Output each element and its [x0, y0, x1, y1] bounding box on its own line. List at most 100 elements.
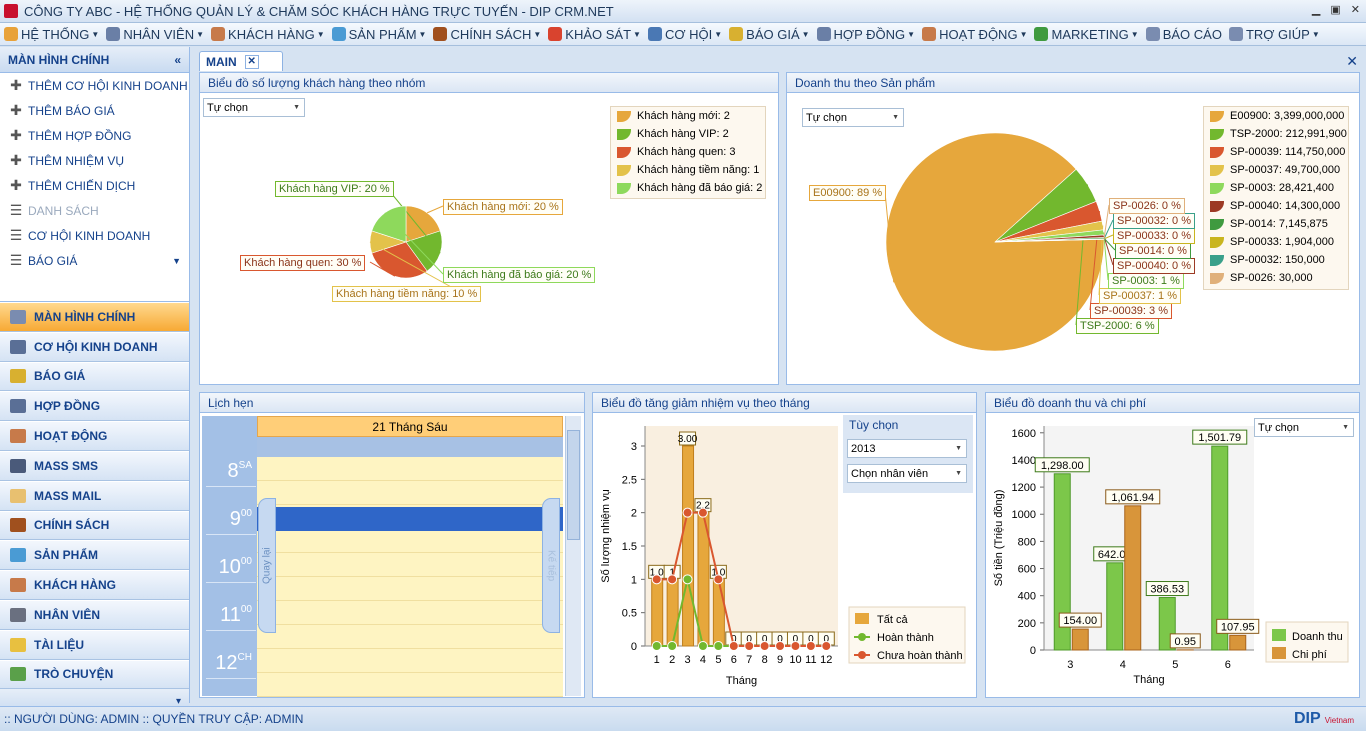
legend-item: Khách hàng tiềm năng: 1: [611, 161, 765, 179]
calendar-scrollbar[interactable]: [565, 416, 581, 696]
next-button[interactable]: Kế tiếp: [542, 498, 560, 633]
menu-label: KHẢO SÁT: [565, 26, 632, 42]
y-tick-label: 3: [631, 441, 637, 453]
nav-item-9[interactable]: KHÁCH HÀNG: [0, 570, 189, 600]
nav-item-10[interactable]: NHÂN VIÊN: [0, 599, 189, 630]
dropdown-arrow-icon: ▼: [316, 29, 325, 39]
calendar-grid[interactable]: [257, 457, 563, 697]
bar[interactable]: [682, 445, 695, 647]
close-tab-icon[interactable]: ✕: [244, 54, 259, 69]
menu-0[interactable]: HỆ THỐNG ▼: [4, 27, 99, 42]
bar[interactable]: [651, 578, 664, 647]
quick-action-3[interactable]: ✚ THÊM NHIỆM VỤ: [0, 148, 189, 173]
all-day-area[interactable]: [257, 437, 563, 457]
tab-main[interactable]: MAIN ✕: [199, 51, 283, 71]
nav-item-11[interactable]: TÀI LIỆU: [0, 629, 189, 660]
menu-3[interactable]: SẢN PHẨM ▼: [331, 27, 426, 42]
menu-10[interactable]: MARKETING ▼: [1034, 27, 1139, 42]
quick-action-5[interactable]: ☰ DANH SÁCH: [0, 198, 189, 223]
quick-action-0[interactable]: ✚ THÊM CƠ HỘI KINH DOANH: [0, 73, 189, 98]
nav-item-4[interactable]: HOẠT ĐỘNG: [0, 421, 189, 451]
selected-time-slot[interactable]: [257, 507, 563, 531]
bar[interactable]: [1071, 628, 1089, 651]
nav-item-2[interactable]: BÁO GIÁ: [0, 361, 189, 392]
nav-item-0[interactable]: MÀN HÌNH CHÍNH: [0, 302, 189, 332]
nav-list: MÀN HÌNH CHÍNH CƠ HỘI KINH DOANH BÁO GIÁ HỢ…: [0, 302, 189, 690]
line-point[interactable]: [651, 641, 662, 651]
y-tick-label: 2: [631, 508, 637, 520]
quick-action-7[interactable]: ☰ BÁO GIÁ ▼: [0, 248, 189, 273]
line-point[interactable]: [713, 641, 724, 651]
line-point[interactable]: [805, 641, 816, 651]
line-point[interactable]: [744, 641, 755, 651]
dropdown-arrow-icon: ▼: [1130, 29, 1139, 39]
quick-action-6[interactable]: ☰ CƠ HỘI KINH DOANH: [0, 223, 189, 248]
bar[interactable]: [712, 578, 725, 647]
line-point[interactable]: [682, 507, 693, 518]
pie-label: SP-0003: 1 %: [1108, 273, 1184, 289]
quick-action-4[interactable]: ✚ THÊM CHIẾN DỊCH: [0, 173, 189, 198]
collapse-icon[interactable]: «: [174, 53, 181, 67]
legend-swatch: [1210, 146, 1224, 158]
maximize-icon[interactable]: ▣: [1330, 3, 1340, 16]
menu-5[interactable]: KHẢO SÁT ▼: [548, 27, 641, 42]
line-point[interactable]: [713, 574, 724, 585]
nav-item-6[interactable]: MASS MAIL: [0, 480, 189, 511]
nav-label: HỢP ĐỒNG: [34, 399, 101, 414]
year-select[interactable]: 2013 ▼: [847, 439, 967, 458]
bar[interactable]: [1124, 505, 1142, 651]
calendar-date-header[interactable]: 21 Tháng Sáu: [257, 416, 563, 437]
nav-item-1[interactable]: CƠ HỘI KINH DOANH: [0, 331, 189, 362]
nav-item-7[interactable]: CHÍNH SÁCH: [0, 510, 189, 541]
expand-arrow-icon[interactable]: ▼: [172, 256, 181, 266]
menu-12[interactable]: TRỢ GIÚP ▼: [1228, 27, 1320, 42]
sidebar-title: MÀN HÌNH CHÍNH: [8, 52, 110, 67]
line-point[interactable]: [697, 507, 708, 518]
bar[interactable]: [666, 578, 679, 647]
revexp-filter-select[interactable]: Tự chọn ▼: [1254, 418, 1354, 437]
legend-label: SP-0014: 7,145,875: [1230, 218, 1328, 230]
line-point[interactable]: [821, 641, 832, 651]
menu-11[interactable]: BÁO CÁO: [1145, 27, 1222, 42]
menu-6[interactable]: CƠ HỘI ▼: [647, 27, 722, 42]
minimize-icon[interactable]: ▁: [1312, 3, 1320, 16]
quick-action-2[interactable]: ✚ THÊM HỢP ĐỒNG: [0, 123, 189, 148]
line-point[interactable]: [790, 641, 801, 651]
nav-item-5[interactable]: MASS SMS: [0, 450, 189, 481]
help-icon: [1228, 27, 1243, 41]
menu-4[interactable]: CHÍNH SÁCH ▼: [433, 27, 541, 42]
close-all-icon[interactable]: ✕: [1346, 53, 1358, 70]
line-point[interactable]: [651, 574, 662, 585]
bar[interactable]: [1106, 562, 1124, 651]
legend-label: SP-00037: 49,700,000: [1230, 164, 1341, 176]
nav-item-12[interactable]: TRÒ CHUYỆN: [0, 659, 189, 690]
line-point[interactable]: [667, 641, 678, 651]
line-point[interactable]: [759, 641, 770, 651]
line-point[interactable]: [775, 641, 786, 651]
bar[interactable]: [1229, 634, 1247, 651]
line-point[interactable]: [728, 641, 739, 651]
time-label: 900: [229, 508, 252, 530]
menu-8[interactable]: HỢP ĐỒNG ▼: [816, 27, 915, 42]
options-title: Tùy chọn: [849, 418, 899, 432]
y-tick-label: 400: [1018, 591, 1036, 603]
nav-item-3[interactable]: HỢP ĐỒNG: [0, 391, 189, 422]
nav-item-8[interactable]: SẢN PHẨM: [0, 540, 189, 571]
nav-label: TRÒ CHUYỆN: [34, 667, 114, 682]
quick-action-1[interactable]: ✚ THÊM BÁO GIÁ: [0, 98, 189, 123]
menu-1[interactable]: NHÂN VIÊN ▼: [106, 27, 204, 42]
menu-9[interactable]: HOẠT ĐỘNG ▼: [922, 27, 1027, 42]
line-point[interactable]: [682, 574, 693, 585]
menu-label: HỆ THỐNG: [21, 26, 90, 42]
line-point[interactable]: [697, 641, 708, 651]
menu-7[interactable]: BÁO GIÁ ▼: [729, 27, 810, 42]
staff-select[interactable]: Chọn nhân viên ▼: [847, 464, 967, 483]
line-point[interactable]: [667, 574, 678, 585]
menu-2[interactable]: KHÁCH HÀNG ▼: [211, 27, 325, 42]
group-legend: Khách hàng mới: 2 Khách hàng VIP: 2 Khách …: [610, 106, 766, 199]
pie-label: E00900: 89 %: [809, 185, 887, 201]
previous-button[interactable]: Quay lại: [258, 498, 276, 633]
scroll-thumb[interactable]: [567, 430, 580, 540]
close-icon[interactable]: ✕: [1351, 3, 1360, 16]
legend-label: Khách hàng tiềm năng: 1: [637, 164, 760, 176]
